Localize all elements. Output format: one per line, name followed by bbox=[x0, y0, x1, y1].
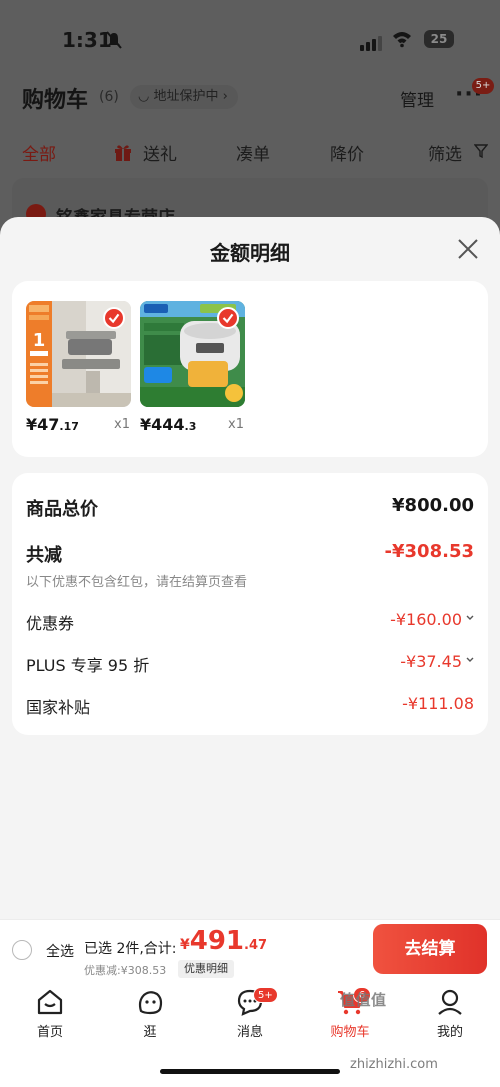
tabbar-item-browse[interactable]: 逛 bbox=[115, 987, 185, 1040]
filter-icon[interactable] bbox=[474, 144, 488, 158]
reduction-note: 以下优惠不包含红包，请在结算页查看 bbox=[26, 575, 248, 590]
product-image: 1 bbox=[26, 301, 131, 407]
reduction-label: 共减 bbox=[26, 545, 62, 566]
price-detail-sheet: 金额明细 1 ¥47.17 x1 ¥444.3 x1 商品总价 ¥800.00 … bbox=[0, 217, 500, 919]
tab-gift[interactable]: 送礼 bbox=[143, 140, 177, 165]
svg-text:1: 1 bbox=[33, 330, 46, 351]
checkout-button[interactable]: 去结算 bbox=[373, 924, 487, 974]
reduction-value: -¥308.53 bbox=[384, 541, 474, 562]
product-selected-check[interactable] bbox=[103, 307, 125, 329]
watermark-url: zhizhizhi.com bbox=[350, 1057, 438, 1072]
tab-bundle[interactable]: 凑单 bbox=[236, 140, 270, 165]
selected-summary: 已选 2件,合计: bbox=[84, 941, 177, 957]
product-price-int: ¥444 bbox=[140, 415, 185, 434]
home-indicator bbox=[160, 1069, 340, 1074]
checkout-bar: 全选 已选 2件,合计: ¥491.47 优惠减:¥308.53 优惠明细 去结… bbox=[0, 919, 500, 981]
product-price: ¥47.17 bbox=[26, 415, 79, 434]
tabbar-label: 我的 bbox=[436, 1025, 463, 1040]
product-item[interactable]: ¥444.3 x1 bbox=[140, 301, 246, 434]
profile-icon bbox=[438, 989, 462, 1015]
cart-header: 购物车 (6) ◡ 地址保护中 › 管理 ··· 5+ bbox=[0, 78, 500, 114]
select-all-label[interactable]: 全选 bbox=[46, 941, 74, 961]
subsidy-label: 国家补贴 bbox=[26, 698, 91, 717]
message-badge: 5+ bbox=[253, 987, 278, 1003]
bottom-tab-bar: 首页 逛 消息 5+ 购物车 6 我的 值值值 zhizhizhi.com bbox=[0, 981, 500, 1087]
subtotal-label: 商品总价 bbox=[26, 499, 98, 520]
gift-icon bbox=[115, 145, 131, 161]
select-all-radio[interactable] bbox=[12, 940, 32, 960]
more-badge: 5+ bbox=[472, 78, 494, 94]
product-price-int: ¥47 bbox=[26, 415, 60, 434]
plus-discount-amount: -¥37.45 bbox=[400, 652, 462, 671]
watermark-logo: 值值值 bbox=[340, 991, 387, 1009]
chevron-right-icon: › bbox=[218, 89, 228, 104]
cart-count: (6) bbox=[99, 89, 119, 105]
page-title: 购物车 bbox=[22, 88, 89, 113]
sheet-title: 金额明细 bbox=[210, 241, 290, 265]
total-currency: ¥ bbox=[180, 937, 190, 953]
coupon-label: 优惠券 bbox=[26, 614, 75, 633]
coupon-amount: -¥160.00 bbox=[390, 610, 462, 629]
tabbar-item-message[interactable]: 消息 5+ bbox=[215, 987, 285, 1040]
product-price-dec: .17 bbox=[59, 420, 79, 433]
tab-all[interactable]: 全部 bbox=[22, 140, 56, 165]
browse-icon bbox=[138, 991, 163, 1015]
selected-products: 1 ¥47.17 x1 ¥444.3 x1 bbox=[12, 281, 488, 457]
smile-icon: ◡ bbox=[138, 89, 154, 104]
tab-filter[interactable]: 筛选 bbox=[428, 140, 462, 165]
tab-price-drop[interactable]: 降价 bbox=[330, 140, 364, 165]
product-image bbox=[140, 301, 245, 407]
battery-icon: 25 bbox=[424, 30, 454, 48]
coupon-value: -¥160.00 bbox=[390, 610, 474, 629]
subtotal-value: ¥800.00 bbox=[392, 495, 474, 516]
tabbar-item-home[interactable]: 首页 bbox=[15, 987, 85, 1040]
discount-summary: 优惠减:¥308.53 bbox=[84, 964, 167, 977]
wifi-icon bbox=[393, 32, 411, 48]
status-time: 1:31 bbox=[62, 28, 112, 52]
total-dec: .47 bbox=[244, 938, 268, 953]
plus-discount-value: -¥37.45 bbox=[400, 652, 474, 671]
product-price: ¥444.3 bbox=[140, 415, 196, 434]
tabbar-label: 消息 bbox=[236, 1025, 263, 1040]
home-icon bbox=[37, 989, 63, 1015]
tabbar-label: 购物车 bbox=[330, 1025, 370, 1040]
product-qty: x1 bbox=[114, 417, 130, 432]
product-qty: x1 bbox=[228, 417, 244, 432]
address-protect-label: 地址保护中 bbox=[153, 89, 219, 104]
product-item[interactable]: 1 ¥47.17 x1 bbox=[26, 301, 132, 434]
chevron-down-icon[interactable] bbox=[466, 656, 474, 664]
cart-tabs: 全部 送礼 凑单 降价 筛选 bbox=[0, 140, 500, 166]
total-price: ¥491.47 bbox=[180, 926, 267, 956]
subsidy-value: -¥111.08 bbox=[402, 694, 474, 713]
amount-breakdown: 商品总价 ¥800.00 共减 -¥308.53 以下优惠不包含红包，请在结算页… bbox=[12, 473, 488, 735]
status-bar: 1:31 25 bbox=[0, 28, 500, 54]
cellular-signal-icon bbox=[360, 32, 384, 51]
address-protect-pill[interactable]: ◡ 地址保护中 › bbox=[130, 85, 238, 109]
close-icon[interactable] bbox=[456, 237, 480, 261]
chevron-down-icon[interactable] bbox=[466, 614, 474, 622]
product-price-dec: .3 bbox=[184, 420, 197, 433]
tabbar-label: 首页 bbox=[36, 1025, 63, 1040]
tabbar-label: 逛 bbox=[143, 1025, 157, 1040]
total-int: 491 bbox=[189, 926, 245, 956]
tabbar-item-profile[interactable]: 我的 bbox=[415, 987, 485, 1040]
product-selected-check[interactable] bbox=[217, 307, 239, 329]
plus-discount-label: PLUS 专享 95 折 bbox=[26, 656, 150, 675]
discount-detail-button[interactable]: 优惠明细 bbox=[178, 960, 234, 978]
manage-button[interactable]: 管理 bbox=[400, 86, 434, 111]
mute-bell-icon bbox=[106, 31, 122, 49]
